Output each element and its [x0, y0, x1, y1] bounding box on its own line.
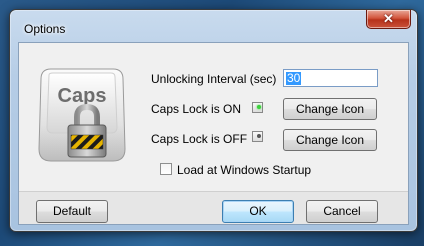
caps-off-label: Caps Lock is OFF	[151, 132, 248, 146]
green-dot-icon	[257, 105, 261, 109]
interval-input[interactable]: 30	[283, 69, 378, 87]
change-icon-off-button[interactable]: Change Icon	[283, 129, 377, 151]
close-button[interactable]: ✕	[366, 10, 411, 29]
dialog-client-area: Caps Unlocking Interval (sec) 30 Caps Lo…	[18, 42, 409, 225]
caps-on-indicator	[252, 102, 263, 113]
caps-key-text: Caps	[58, 85, 107, 107]
caps-off-indicator	[252, 131, 263, 142]
startup-label[interactable]: Load at Windows Startup	[177, 163, 311, 177]
caps-on-label: Caps Lock is ON	[151, 102, 242, 116]
interval-value: 30	[286, 71, 302, 85]
caps-lock-icon: Caps	[35, 65, 129, 167]
cancel-button[interactable]: Cancel	[306, 200, 378, 223]
ok-button[interactable]: OK	[222, 200, 294, 223]
gray-dot-icon	[257, 134, 261, 138]
change-icon-on-button[interactable]: Change Icon	[283, 98, 377, 120]
window-title: Options	[24, 22, 66, 36]
close-icon: ✕	[383, 11, 394, 26]
title-bar[interactable]: Options ✕	[10, 10, 417, 42]
default-button[interactable]: Default	[36, 200, 108, 223]
options-window: Options ✕ Caps Unlocking Interval (sec) …	[9, 9, 418, 232]
startup-checkbox[interactable]	[160, 163, 172, 175]
interval-label: Unlocking Interval (sec)	[151, 72, 277, 86]
